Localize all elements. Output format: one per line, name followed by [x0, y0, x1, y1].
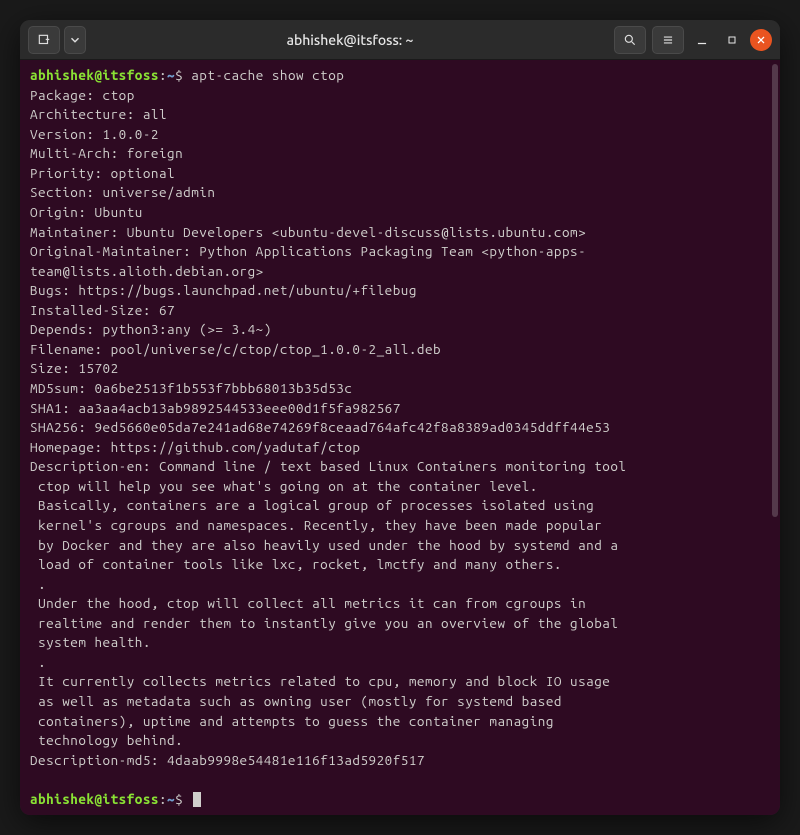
titlebar: abhishek@itsfoss: ~ [20, 20, 780, 60]
output-line: Size: 15702 [30, 359, 770, 379]
prompt-dollar: $ [175, 67, 183, 83]
minimize-icon [695, 33, 709, 47]
output-line: SHA1: aa3aa4acb13ab9892544533eee00d1f5fa… [30, 399, 770, 419]
output-line: Original-Maintainer: Python Applications… [30, 242, 770, 281]
output-line: by Docker and they are also heavily used… [30, 536, 770, 556]
search-button[interactable] [614, 26, 646, 54]
output-line: Homepage: https://github.com/yadutaf/cto… [30, 438, 770, 458]
output-line: containers), uptime and attempts to gues… [30, 712, 770, 732]
output-line: Architecture: all [30, 105, 770, 125]
new-tab-icon [37, 33, 51, 47]
chevron-down-icon [68, 33, 82, 47]
output-line: Under the hood, ctop will collect all me… [30, 594, 770, 614]
output-line: Filename: pool/universe/c/ctop/ctop_1.0.… [30, 340, 770, 360]
output-line: Version: 1.0.0-2 [30, 125, 770, 145]
output-line: as well as metadata such as owning user … [30, 692, 770, 712]
output-line: Package: ctop [30, 86, 770, 106]
output-container: Package: ctopArchitecture: allVersion: 1… [30, 86, 770, 790]
prompt-path-2: ~ [167, 791, 175, 807]
menu-button[interactable] [652, 26, 684, 54]
prompt-user-host: abhishek@itsfoss [30, 67, 159, 83]
prompt-colon-2: : [159, 791, 167, 807]
prompt-path: ~ [167, 67, 175, 83]
output-line: MD5sum: 0a6be2513f1b553f7bbb68013b35d53c [30, 379, 770, 399]
terminal-content[interactable]: abhishek@itsfoss:~$ apt-cache show ctop … [20, 60, 780, 815]
output-line: Maintainer: Ubuntu Developers <ubuntu-de… [30, 223, 770, 243]
output-line: realtime and render them to instantly gi… [30, 614, 770, 634]
scrollbar[interactable] [772, 64, 778, 517]
output-line: kernel's cgroups and namespaces. Recentl… [30, 516, 770, 536]
titlebar-right-controls [614, 26, 772, 54]
output-line: Description-md5: 4daab9998e54481e116f13a… [30, 751, 770, 771]
search-icon [623, 33, 637, 47]
titlebar-left-controls [28, 26, 86, 54]
hamburger-icon [661, 33, 675, 47]
output-line: Multi-Arch: foreign [30, 144, 770, 164]
cursor [193, 792, 201, 807]
terminal-window: abhishek@itsfoss: ~ [20, 20, 780, 815]
output-line: Origin: Ubuntu [30, 203, 770, 223]
output-line: technology behind. [30, 731, 770, 751]
minimize-button[interactable] [690, 28, 714, 52]
prompt-line-1: abhishek@itsfoss:~$ apt-cache show ctop [30, 66, 770, 86]
output-line: . [30, 575, 770, 595]
output-line: Section: universe/admin [30, 183, 770, 203]
output-line: Depends: python3:any (>= 3.4~) [30, 320, 770, 340]
output-line: load of container tools like lxc, rocket… [30, 555, 770, 575]
output-line: Installed-Size: 67 [30, 301, 770, 321]
maximize-icon [726, 34, 738, 46]
dropdown-button[interactable] [64, 26, 86, 54]
output-line: . [30, 653, 770, 673]
prompt-dollar-2: $ [175, 791, 183, 807]
window-title: abhishek@itsfoss: ~ [94, 32, 606, 48]
prompt-line-2: abhishek@itsfoss:~$ [30, 790, 770, 810]
output-line: Bugs: https://bugs.launchpad.net/ubuntu/… [30, 281, 770, 301]
maximize-button[interactable] [720, 28, 744, 52]
output-line: system health. [30, 633, 770, 653]
command-text: apt-cache show ctop [191, 67, 344, 83]
output-line: Priority: optional [30, 164, 770, 184]
output-line: SHA256: 9ed5660e05da7e241ad68e74269f8cea… [30, 418, 770, 438]
output-line [30, 770, 770, 790]
output-line: Description-en: Command line / text base… [30, 457, 770, 477]
output-line: Basically, containers are a logical grou… [30, 496, 770, 516]
prompt-user-host-2: abhishek@itsfoss [30, 791, 159, 807]
new-tab-button[interactable] [28, 26, 60, 54]
close-button[interactable] [750, 29, 772, 51]
prompt-colon: : [159, 67, 167, 83]
close-icon [755, 34, 767, 46]
output-line: ctop will help you see what's going on a… [30, 477, 770, 497]
output-line: It currently collects metrics related to… [30, 672, 770, 692]
